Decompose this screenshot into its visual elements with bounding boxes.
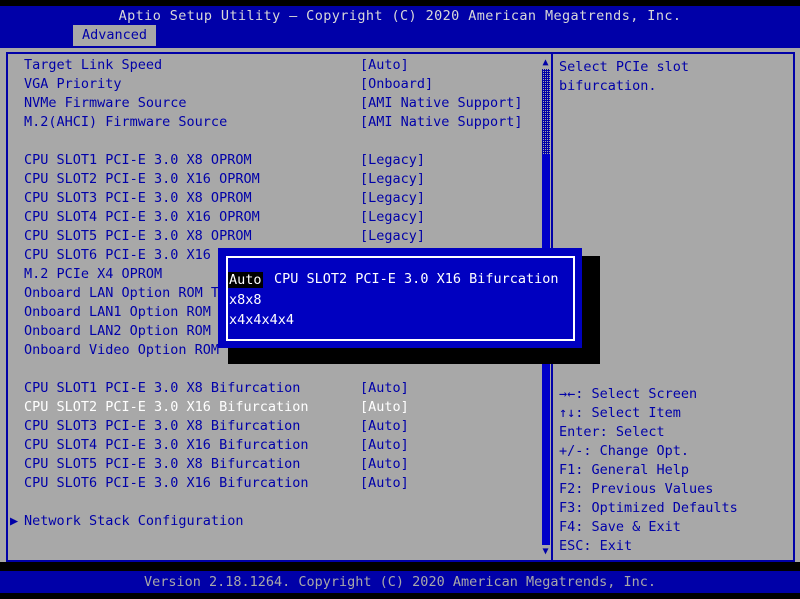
help-text-line: Select PCIe slot (559, 59, 690, 75)
panel-border-bottom (6, 560, 795, 562)
key-legend-line: F2: Previous Values (559, 481, 714, 497)
help-panel: Select PCIe slot bifurcation. (559, 58, 791, 96)
panel-border-right (793, 52, 795, 562)
settings-row-label: CPU SLOT4 PCI-E 3.0 X16 Bifurcation (24, 437, 309, 453)
settings-row[interactable]: CPU SLOT1 PCI-E 3.0 X8 Bifurcation [Auto] (10, 379, 540, 398)
settings-row-label: Onboard LAN Option ROM Type (24, 285, 244, 301)
settings-row-value[interactable]: [Auto] (360, 56, 409, 75)
settings-row-value[interactable]: [AMI Native Support] (360, 94, 523, 113)
settings-row-value[interactable]: [Auto] (360, 398, 409, 417)
popup-option[interactable]: x4x4x4x4 (228, 310, 572, 330)
settings-row[interactable]: CPU SLOT5 PCI-E 3.0 X8 Bifurcation [Auto] (10, 455, 540, 474)
settings-row-label: Onboard Video Option ROM (24, 342, 220, 358)
key-legend-line: +/-: Change Opt. (559, 443, 690, 459)
settings-row-label: CPU SLOT6 PCI-E 3.0 X16 Bifurcation (24, 475, 309, 491)
settings-row-label: Network Stack Configuration (24, 513, 244, 529)
settings-row-label: CPU SLOT1 PCI-E 3.0 X8 OPROM (24, 152, 252, 168)
settings-row-label: CPU SLOT2 PCI-E 3.0 X16 OPROM (24, 171, 260, 187)
settings-row-label: Target Link Speed (24, 57, 163, 73)
popup-option-list: Auto x8x8 x4x4x4x4 (228, 270, 572, 330)
popup-option[interactable]: x8x8 (228, 290, 572, 310)
settings-row-label: VGA Priority (24, 76, 122, 92)
settings-row[interactable]: M.2(AHCI) Firmware Source [AMI Native Sup… (10, 113, 540, 132)
popup-option-label: x8x8 (229, 292, 262, 308)
settings-row[interactable]: CPU SLOT4 PCI-E 3.0 X16 Bifurcation [Auto… (10, 436, 540, 455)
settings-row[interactable]: CPU SLOT3 PCI-E 3.0 X8 Bifurcation [Auto] (10, 417, 540, 436)
settings-row[interactable]: CPU SLOT2 PCI-E 3.0 X16 OPROM [Legacy] (10, 170, 540, 189)
settings-row-value[interactable]: [Auto] (360, 379, 409, 398)
settings-row[interactable]: CPU SLOT5 PCI-E 3.0 X8 OPROM [Legacy] (10, 227, 540, 246)
tab-advanced[interactable]: Advanced (73, 25, 157, 46)
popup-option[interactable]: Auto (228, 270, 572, 290)
settings-row[interactable]: CPU SLOT6 PCI-E 3.0 X16 Bifurcation [Auto… (10, 474, 540, 493)
popup-option-label: Auto (228, 272, 263, 288)
panel-border-top (6, 52, 795, 54)
settings-row-label: CPU SLOT3 PCI-E 3.0 X8 OPROM (24, 190, 252, 206)
settings-row-label: CPU SLOT4 PCI-E 3.0 X16 OPROM (24, 209, 260, 225)
settings-row[interactable]: ▶ Network Stack Configuration (10, 512, 540, 531)
bios-setup-screen: Aptio Setup Utility – Copyright (C) 2020… (0, 0, 800, 599)
settings-row-label: CPU SLOT3 PCI-E 3.0 X8 Bifurcation (24, 418, 301, 434)
settings-row-value[interactable]: [Legacy] (360, 189, 425, 208)
settings-row-value[interactable]: [AMI Native Support] (360, 113, 523, 132)
settings-row[interactable]: CPU SLOT1 PCI-E 3.0 X8 OPROM [Legacy] (10, 151, 540, 170)
settings-row-value[interactable]: [Legacy] (360, 170, 425, 189)
settings-row-label: M.2 PCIe X4 OPROM (24, 266, 163, 282)
settings-row[interactable]: Target Link Speed [Auto] (10, 56, 540, 75)
settings-row-label: Onboard LAN2 Option ROM (24, 323, 211, 339)
key-legend-line: →←: Select Screen (559, 386, 698, 402)
settings-row-label: CPU SLOT5 PCI-E 3.0 X8 OPROM (24, 228, 252, 244)
key-legend-line: ↑↓: Select Item (559, 405, 681, 421)
settings-row[interactable]: CPU SLOT4 PCI-E 3.0 X16 OPROM [Legacy] (10, 208, 540, 227)
settings-row-label: Onboard LAN1 Option ROM (24, 304, 211, 320)
key-legend: →←: Select Screen ↑↓: Select Item Enter: S… (559, 385, 791, 556)
settings-row-label: NVMe Firmware Source (24, 95, 187, 111)
popup-title-bar: CPU SLOT2 PCI-E 3.0 X16 Bifurcation (218, 251, 582, 287)
settings-row[interactable]: CPU SLOT2 PCI-E 3.0 X16 Bifurcation [Auto… (10, 398, 540, 417)
footer-version: Version 2.18.1264. Copyright (C) 2020 Am… (143, 574, 657, 590)
settings-row-value[interactable]: [Legacy] (360, 151, 425, 170)
settings-row-label: CPU SLOT2 PCI-E 3.0 X16 Bifurcation (24, 399, 309, 415)
key-legend-line: ESC: Exit (559, 538, 633, 554)
submenu-arrow-icon: ▶ (10, 513, 19, 529)
settings-row-value[interactable]: [Legacy] (360, 208, 425, 227)
settings-row-value[interactable]: [Auto] (360, 436, 409, 455)
key-legend-line: Enter: Select (559, 424, 665, 440)
page-title: Aptio Setup Utility – Copyright (C) 2020… (118, 8, 682, 24)
tab-bar: Advanced (0, 24, 800, 47)
settings-row-value[interactable]: [Auto] (360, 417, 409, 436)
settings-row-value[interactable]: [Onboard] (360, 75, 433, 94)
settings-row[interactable]: CPU SLOT3 PCI-E 3.0 X8 OPROM [Legacy] (10, 189, 540, 208)
settings-row-value[interactable]: [Legacy] (360, 227, 425, 246)
key-legend-line: F1: General Help (559, 462, 690, 478)
popup-option-label: x4x4x4x4 (229, 312, 295, 328)
scroll-up-arrow-icon[interactable]: ▲ (541, 58, 550, 68)
panel-border-left (6, 52, 8, 562)
settings-row[interactable]: VGA Priority [Onboard] (10, 75, 540, 94)
key-legend-line: F4: Save & Exit (559, 519, 681, 535)
settings-row[interactable]: NVMe Firmware Source [AMI Native Support] (10, 94, 540, 113)
scroll-down-arrow-icon[interactable]: ▼ (541, 547, 550, 557)
settings-row-label: CPU SLOT5 PCI-E 3.0 X8 Bifurcation (24, 456, 301, 472)
key-legend-line: F3: Optimized Defaults (559, 500, 738, 516)
settings-row-value[interactable]: [Auto] (360, 455, 409, 474)
settings-row-value[interactable]: [Auto] (360, 474, 409, 493)
settings-row-label: CPU SLOT1 PCI-E 3.0 X8 Bifurcation (24, 380, 301, 396)
help-text-line: bifurcation. (559, 78, 657, 94)
settings-row-label: M.2(AHCI) Firmware Source (24, 114, 228, 130)
